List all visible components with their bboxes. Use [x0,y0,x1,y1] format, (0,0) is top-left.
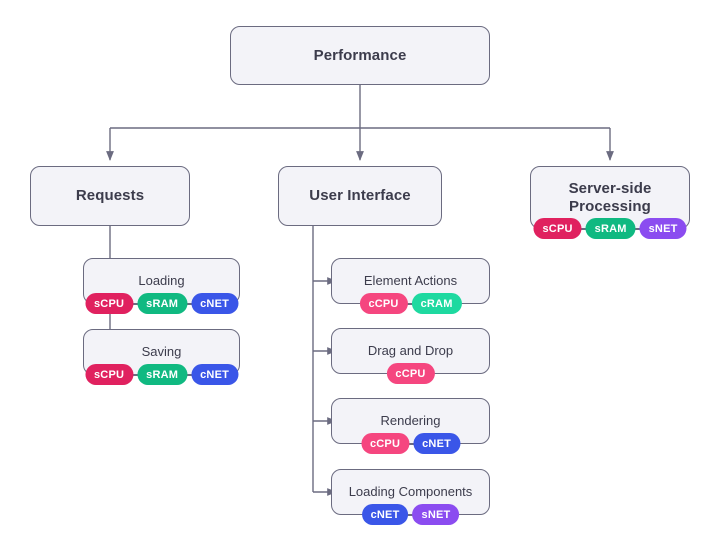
badge-ccpu[interactable]: cCPU [360,433,410,454]
badge-cnet[interactable]: cNET [191,364,239,385]
badge-cnet[interactable]: cNET [191,293,239,314]
node-user-interface[interactable]: User Interface [278,166,442,226]
node-loading[interactable]: Loading sCPU sRAM cNET [83,258,240,314]
badge-group-drag-and-drop: cCPU [386,363,435,384]
badge-group-rendering: cCPU cNET [360,433,461,454]
badge-scpu[interactable]: sCPU [533,218,582,239]
node-element-actions-label: Element Actions [363,273,458,289]
badge-cnet[interactable]: cNET [413,433,461,454]
badge-cnet[interactable]: cNET [361,504,409,525]
node-server-side-processing-label: Server-side Processing [568,179,652,215]
node-loading-components[interactable]: Loading Components cNET sNET [331,469,490,525]
node-performance[interactable]: Performance [230,26,490,85]
diagram-canvas: Performance Requests User Interface Serv… [0,0,720,560]
node-drag-and-drop[interactable]: Drag and Drop cCPU [331,328,490,384]
node-server-side-processing[interactable]: Server-side Processing sCPU sRAM sNET [530,166,690,239]
badge-sram[interactable]: sRAM [137,293,188,314]
badge-group-saving: sCPU sRAM cNET [84,364,239,385]
badge-ccpu[interactable]: cCPU [359,293,408,314]
badge-group-loading: sCPU sRAM cNET [84,293,239,314]
node-loading-components-label: Loading Components [348,484,473,500]
badge-group-loading-components: cNET sNET [361,504,460,525]
node-user-interface-label: User Interface [309,187,411,205]
node-rendering[interactable]: Rendering cCPU cNET [331,398,490,454]
badge-sram[interactable]: sRAM [585,218,636,239]
node-rendering-label: Rendering [380,413,441,429]
badge-group-server-side-processing: sCPU sRAM sNET [533,218,687,239]
node-drag-and-drop-label: Drag and Drop [367,343,454,359]
badge-sram[interactable]: sRAM [137,364,188,385]
node-element-actions[interactable]: Element Actions cCPU cRAM [331,258,490,314]
node-saving[interactable]: Saving sCPU sRAM cNET [83,329,240,385]
badge-scpu[interactable]: sCPU [84,293,134,314]
badge-snet[interactable]: sNET [639,218,687,239]
badge-group-element-actions: cCPU cRAM [359,293,462,314]
node-requests[interactable]: Requests [30,166,190,226]
node-requests-label: Requests [75,187,145,205]
node-performance-label: Performance [313,46,407,64]
badge-cram[interactable]: cRAM [411,293,462,314]
badge-ccpu[interactable]: cCPU [386,363,435,384]
node-loading-label: Loading [138,273,185,289]
badge-scpu[interactable]: sCPU [84,364,134,385]
badge-snet[interactable]: sNET [412,504,460,525]
node-saving-label: Saving [141,344,182,360]
